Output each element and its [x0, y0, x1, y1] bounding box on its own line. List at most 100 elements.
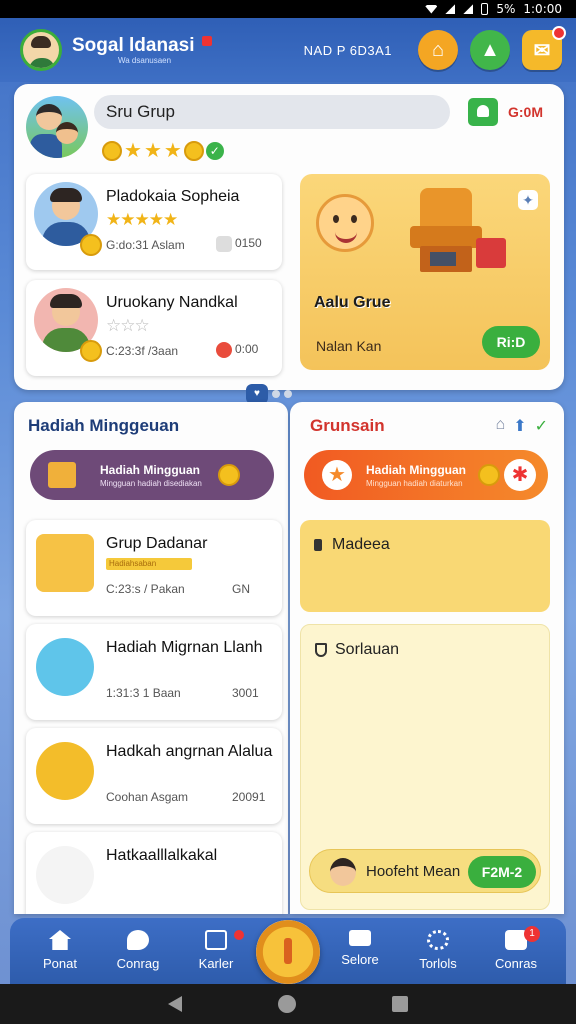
featured-action-button[interactable]: Ri:D: [482, 326, 540, 358]
gift-icon: [476, 238, 506, 268]
reward-title: Hadkah angrnan Alalua: [106, 743, 273, 760]
nav-item-home[interactable]: Ponat: [24, 930, 96, 971]
member-rating: ☆☆☆: [106, 316, 150, 335]
pin-icon: [314, 538, 322, 551]
upload-icon[interactable]: ⬆: [513, 416, 526, 436]
reward-meta: Coohan Asgam: [106, 790, 189, 804]
panel-title: Hadiah Minggeuan: [28, 416, 180, 435]
featured-subtitle: Nalan Kan: [316, 338, 382, 354]
member-card[interactable]: Uruokany Nandkal ☆☆☆ C:23:3f /3aan 0:00: [26, 280, 282, 376]
reward-title: Hadiah Migrnan Llanh: [106, 639, 263, 656]
notification-badge: [234, 930, 244, 940]
note-label: Madeea: [332, 536, 390, 553]
pill-action-button[interactable]: F2M-2: [468, 856, 536, 888]
home-button[interactable]: ⌂: [418, 30, 458, 70]
nav-item-tools[interactable]: Torlols: [402, 930, 474, 971]
featured-card[interactable]: ✦ Aalu Grue Nalan Kan Ri:D: [300, 174, 550, 370]
notes-label: Sorlauan: [335, 641, 400, 658]
page-dot[interactable]: [272, 390, 280, 398]
banner-subtitle: Mingguan hadiah diaturkan: [366, 479, 463, 488]
center-action-button[interactable]: [256, 920, 320, 984]
character-icon: [36, 846, 94, 904]
user-pill[interactable]: Hoofeht Mean F2M-2: [309, 849, 541, 893]
chat-button[interactable]: [468, 98, 498, 126]
home-icon[interactable]: ⌂: [496, 416, 506, 436]
home-icon: [49, 930, 71, 950]
reward-item[interactable]: Grup Dadanar Hadiahsaban C:23:s / Pakan …: [26, 520, 282, 616]
reward-item[interactable]: Hatkaalllalkakal: [26, 832, 282, 914]
banner-title: Hadiah Mingguan: [100, 463, 200, 477]
nav-item-chat[interactable]: Conrag: [102, 930, 174, 971]
member-stat: 0:00: [216, 342, 258, 358]
coin-icon: [80, 340, 102, 362]
gear-icon: [427, 930, 449, 950]
nav-item-games[interactable]: 1 Conras: [480, 926, 552, 971]
chat-icon: [127, 930, 149, 950]
member-card[interactable]: Pladokaia Sopheia ★★★★★ G:do:31 Aslam 01…: [26, 174, 282, 270]
weekly-reward-banner[interactable]: Hadiah Mingguan Mingguan hadiah disediak…: [30, 450, 274, 500]
chest-icon: [48, 462, 76, 488]
star-icon: ★: [322, 460, 352, 490]
notes-area[interactable]: Sorlauan Hoofeht Mean F2M-2: [300, 624, 550, 910]
group-panel: Grunsain ⌂ ⬆ ✓ ★ Hadiah Mingguan Minggua…: [290, 402, 564, 914]
signal-icon: [445, 4, 456, 14]
user-code: NAD P 6D3A1: [303, 42, 392, 58]
notification-badge: [552, 26, 566, 40]
nav-item-inbox[interactable]: Selore: [324, 930, 396, 967]
weekly-rewards-panel: Hadiah Minggeuan Hadiah Mingguan Minggua…: [14, 402, 288, 914]
alert-icon: [216, 342, 232, 358]
smiley-icon: [316, 194, 374, 252]
group-code: G:0M: [508, 104, 543, 120]
app-title-block: Sogal ldanasi Wa dsanusaen: [62, 34, 212, 65]
featured-label: Aalu Grue: [314, 294, 391, 311]
profile-avatar[interactable]: [20, 29, 62, 71]
throne-icon: [410, 188, 482, 272]
status-time: 1:0:00: [523, 2, 562, 16]
envelope-icon: ✉: [533, 39, 551, 62]
reward-title: Hatkaalllalkakal: [106, 847, 218, 864]
inbox-button[interactable]: ✉: [522, 26, 566, 70]
reward-item[interactable]: Hadiah Migrnan Llanh 1:31:3 1 Baan 3001: [26, 624, 282, 720]
banner-title: Hadiah Mingguan: [366, 463, 466, 477]
member-name: Pladokaia Sopheia: [106, 188, 240, 205]
star-icon: ★: [163, 140, 182, 162]
reward-item[interactable]: Hadkah angrnan Alalua Coohan Asgam 20091: [26, 728, 282, 824]
system-navigation: [0, 984, 576, 1024]
app-title: Sogal ldanasi: [72, 34, 195, 56]
back-icon[interactable]: [168, 996, 182, 1012]
recent-apps-icon[interactable]: [392, 996, 408, 1012]
group-card: Sru Grup G:0M ★ ★ ★ ✓ Pladokaia Sopheia …: [14, 84, 564, 390]
home-icon: ⌂: [431, 38, 445, 61]
group-name-field[interactable]: Sru Grup: [94, 95, 450, 129]
shield-icon: [315, 642, 327, 657]
coin-icon: [478, 464, 500, 486]
star-icon: ★: [124, 140, 142, 162]
banner-subtitle: Mingguan hadiah disediakan: [100, 479, 202, 488]
check-icon[interactable]: ✓: [535, 416, 548, 436]
reward-meta: 1:31:3 1 Baan: [106, 686, 181, 700]
pill-text: Hoofeht Mean: [366, 863, 461, 880]
member-rating: ★★★★★: [106, 210, 178, 229]
home-circle-icon[interactable]: [278, 995, 296, 1013]
app-subtitle: Wa dsanusaen: [118, 55, 172, 65]
level-up-button[interactable]: ▲: [470, 30, 510, 70]
verified-icon: ✓: [205, 141, 224, 160]
weekly-reward-banner[interactable]: ★ Hadiah Mingguan Mingguan hadiah diatur…: [304, 450, 548, 500]
carousel-pager[interactable]: ♥: [246, 384, 292, 404]
pinned-note[interactable]: Madeea: [300, 520, 550, 612]
close-icon[interactable]: ✱: [504, 459, 536, 491]
battery-level: 5%: [496, 2, 516, 16]
flag-icon: [201, 35, 212, 46]
reward-title: Grup Dadanar: [106, 535, 208, 552]
sparkle-icon[interactable]: ✦: [518, 190, 538, 210]
status-bar: 5% 1:0:00: [0, 0, 576, 18]
page-dot[interactable]: [284, 390, 292, 398]
clock-icon: [216, 236, 232, 252]
battery-icon: [481, 3, 489, 15]
member-stat: 0150: [216, 236, 262, 252]
reward-tag: Hadiahsaban: [106, 558, 192, 570]
group-avatar[interactable]: [26, 96, 88, 158]
signal-icon-2: [463, 4, 474, 14]
nav-item-tasks[interactable]: Karler: [180, 930, 252, 971]
coin-icon: [218, 464, 240, 486]
